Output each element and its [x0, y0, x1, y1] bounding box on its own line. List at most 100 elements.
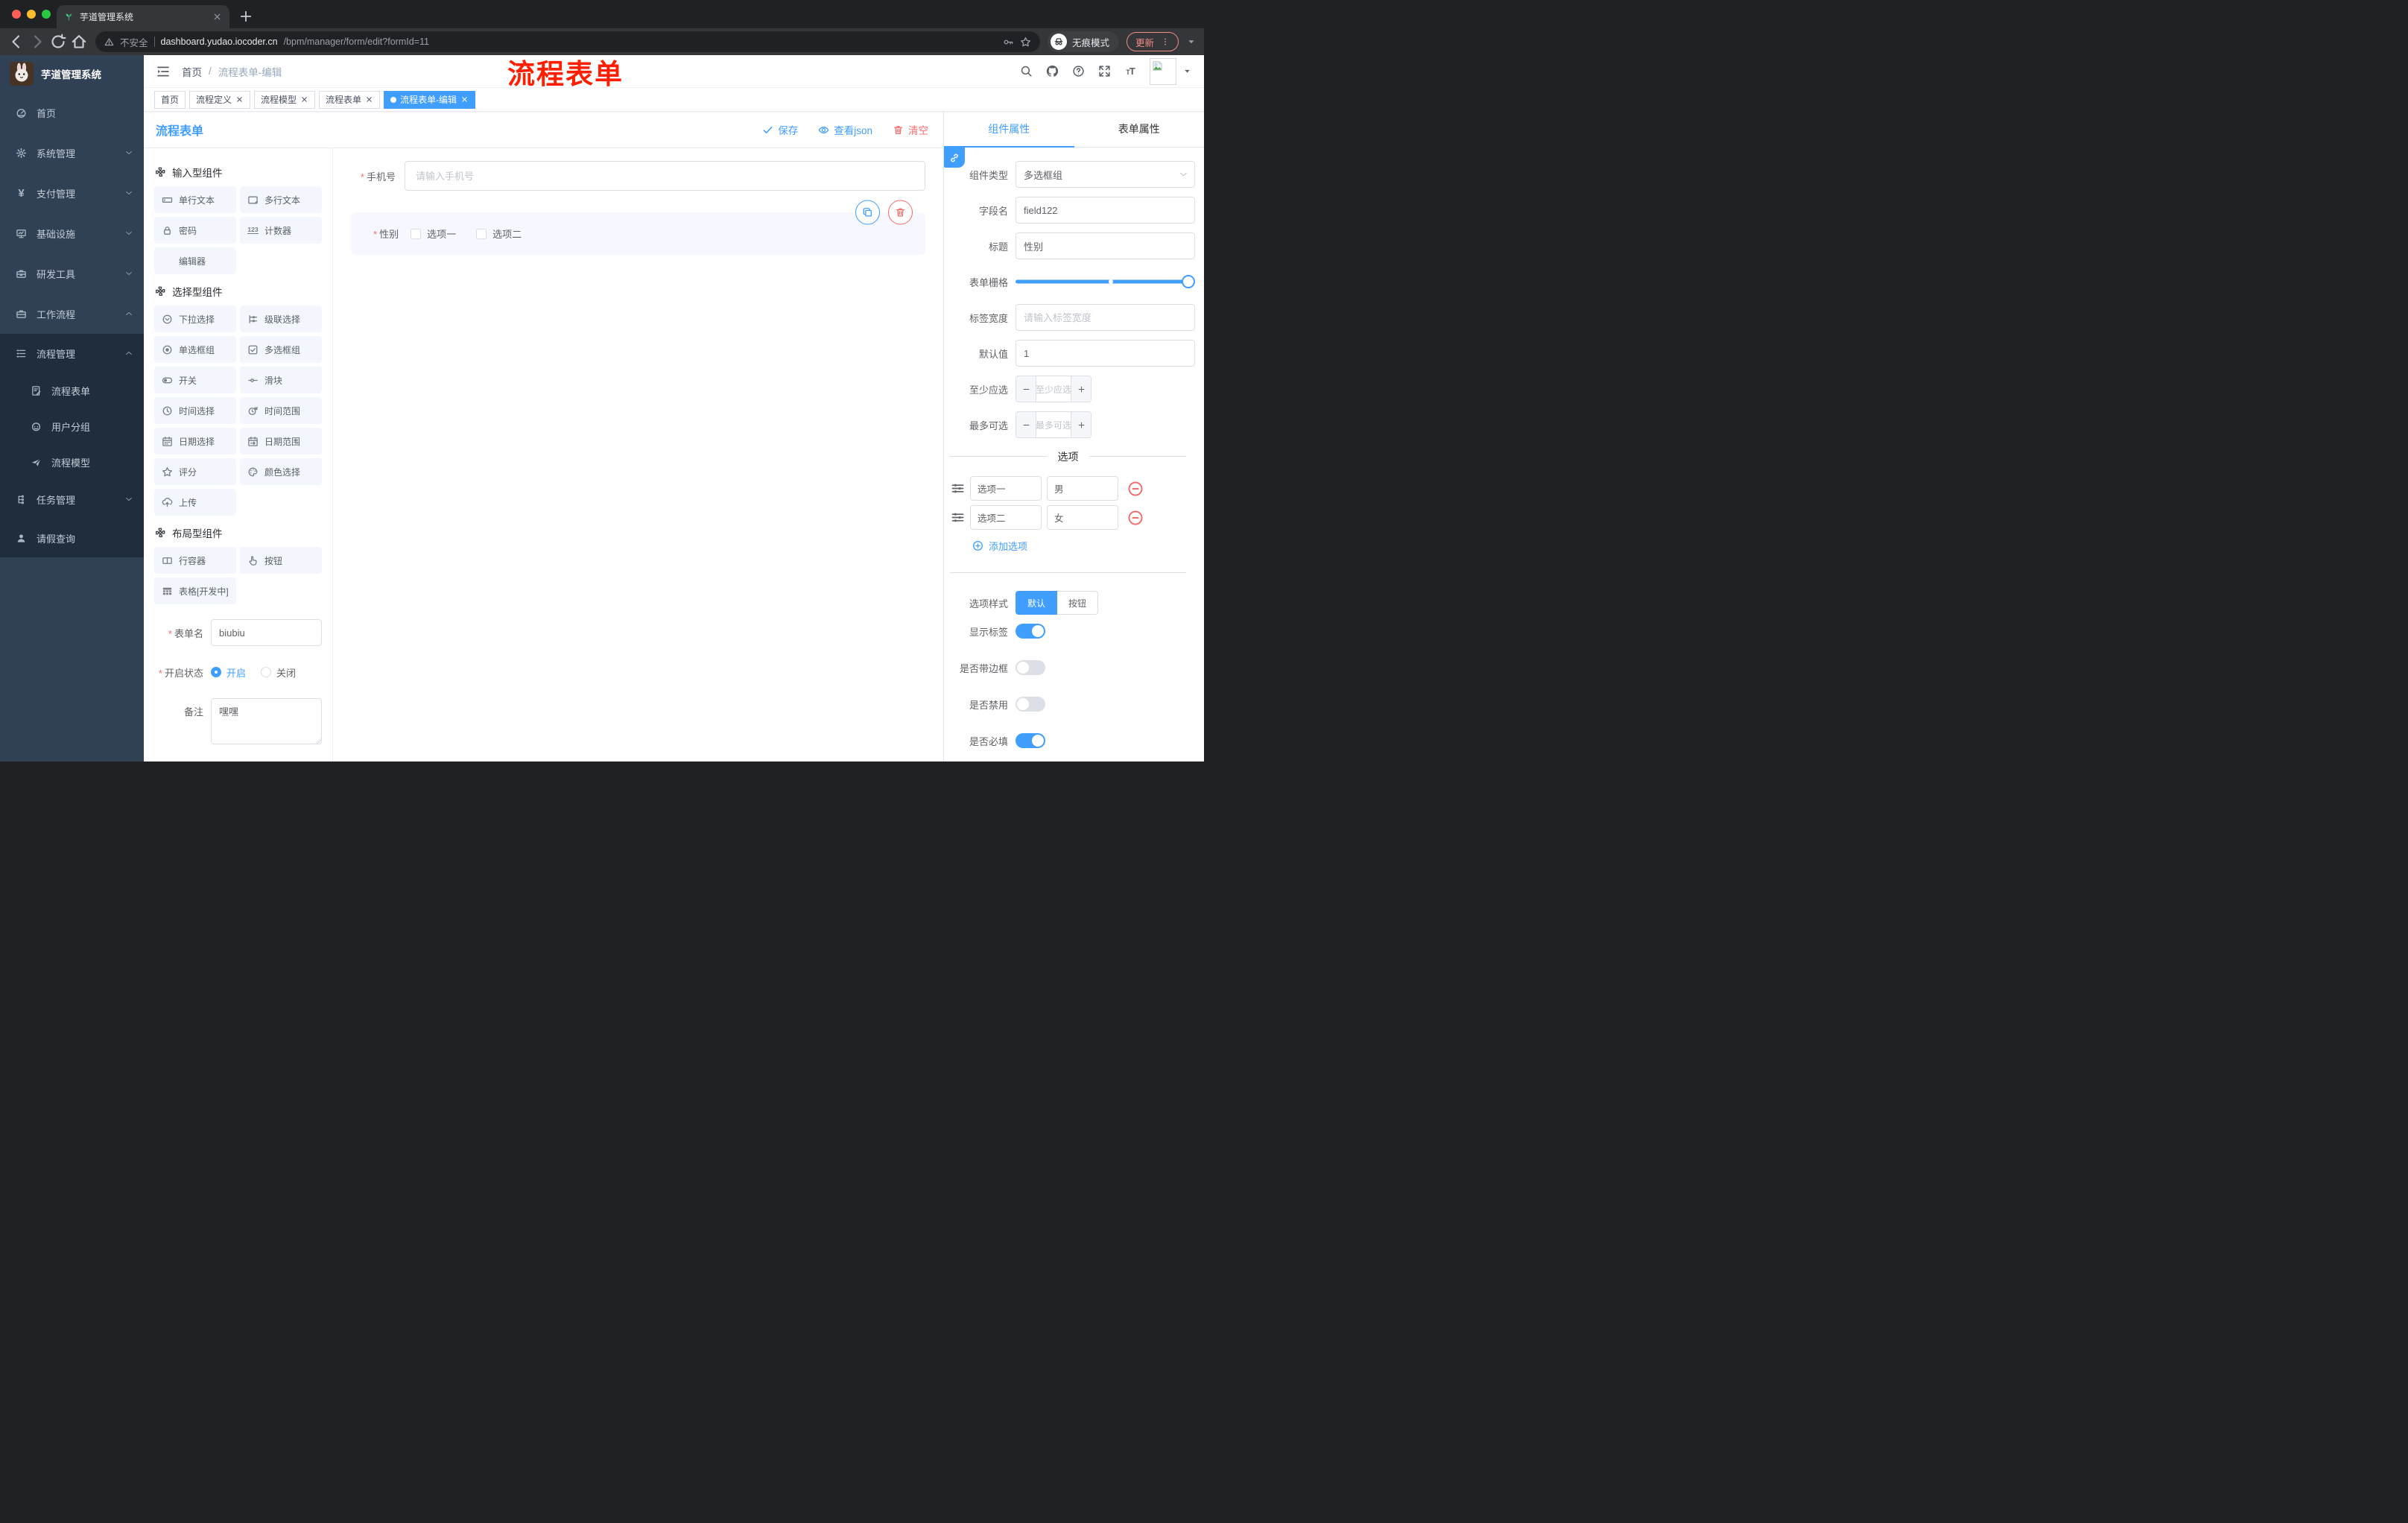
stepper-decrease-button[interactable] — [1016, 412, 1036, 437]
search-button[interactable] — [1018, 63, 1034, 80]
phone-field-row[interactable]: 手机号 — [351, 161, 925, 191]
form-canvas[interactable]: 手机号 性别 选项一 选项二 — [333, 148, 943, 762]
breadcrumb-home[interactable]: 首页 — [182, 64, 202, 79]
toggle-disabled[interactable] — [1016, 697, 1045, 712]
form-name-input[interactable] — [211, 619, 322, 646]
form-remark-textarea[interactable]: 嘿嘿 — [211, 698, 322, 744]
palette-item-table[interactable]: 表格[开发中] — [154, 577, 236, 604]
kebab-menu-icon[interactable] — [1161, 37, 1170, 46]
palette-item-time-range[interactable]: 时间范围 — [240, 397, 322, 424]
palette-item-time-picker[interactable]: 时间选择 — [154, 397, 236, 424]
phone-input[interactable] — [405, 161, 925, 191]
key-icon[interactable] — [1003, 37, 1014, 48]
palette-item-color-picker[interactable]: 颜色选择 — [240, 458, 322, 485]
help-button[interactable] — [1070, 63, 1086, 80]
sidebar-item-infra[interactable]: 基础设施 — [0, 213, 144, 253]
form-grid-slider[interactable] — [1016, 268, 1195, 295]
collapse-sidebar-icon[interactable] — [156, 64, 171, 79]
tag-process-def[interactable]: 流程定义 — [189, 90, 251, 109]
palette-item-counter[interactable]: 123 计数器 — [240, 217, 322, 244]
zoom-window-button[interactable] — [42, 10, 51, 19]
tag-process-form-edit[interactable]: 流程表单-编辑 — [384, 90, 476, 109]
toggle-with-border[interactable] — [1016, 660, 1045, 675]
palette-item-radio-group[interactable]: 单选框组 — [154, 336, 236, 363]
palette-item-button[interactable]: 按钮 — [240, 547, 322, 574]
app-logo-row[interactable]: 芋道管理系统 — [0, 55, 144, 92]
palette-item-slider[interactable]: 滑块 — [240, 367, 322, 393]
tag-home[interactable]: 首页 — [154, 90, 186, 109]
toggle-required[interactable] — [1016, 733, 1045, 748]
default-value-input[interactable] — [1016, 340, 1195, 367]
close-window-button[interactable] — [12, 10, 21, 19]
sidebar-item-leave-query[interactable]: 请假查询 — [0, 519, 144, 557]
slider-handle[interactable] — [1182, 275, 1195, 288]
toggle-show-label[interactable] — [1016, 624, 1045, 639]
option-style-button-button[interactable]: 按钮 — [1057, 591, 1099, 615]
gender-checkbox-opt1[interactable]: 选项一 — [411, 227, 456, 241]
tag-process-form[interactable]: 流程表单 — [319, 90, 381, 109]
label-width-input[interactable] — [1016, 304, 1195, 331]
palette-item-dropdown[interactable]: 下拉选择 — [154, 305, 236, 332]
option-style-default-button[interactable]: 默认 — [1016, 591, 1058, 615]
add-option-button[interactable]: 添加选项 — [972, 539, 1195, 553]
close-tag-icon[interactable] — [235, 95, 244, 104]
close-tag-icon[interactable] — [300, 95, 308, 104]
sidebar-item-process-form[interactable]: 流程表单 — [0, 373, 144, 408]
palette-item-upload[interactable]: 上传 — [154, 489, 236, 516]
new-tab-button[interactable] — [238, 9, 253, 24]
sidebar-item-process-mgmt[interactable]: 流程管理 — [0, 334, 144, 373]
option-label-input[interactable] — [970, 476, 1042, 501]
palette-item-multi-text[interactable]: 多行文本 — [240, 186, 322, 213]
palette-item-switch[interactable]: 开关 — [154, 367, 236, 393]
palette-item-date-range[interactable]: 日期范围 — [240, 428, 322, 455]
component-type-select[interactable] — [1016, 161, 1195, 188]
chevron-down-icon[interactable] — [1186, 36, 1197, 48]
field-name-input[interactable] — [1016, 197, 1195, 224]
drag-handle-icon[interactable] — [951, 510, 965, 525]
remove-option-button[interactable] — [1127, 510, 1144, 526]
palette-item-rate[interactable]: 评分 — [154, 458, 236, 485]
font-size-button[interactable]: TT — [1122, 63, 1138, 80]
close-tab-icon[interactable] — [212, 12, 222, 22]
palette-item-cascader[interactable]: 级联选择 — [240, 305, 322, 332]
palette-item-editor[interactable]: 编辑器 — [154, 247, 236, 274]
minimize-window-button[interactable] — [27, 10, 36, 19]
gender-widget-selected[interactable]: 性别 选项一 选项二 — [351, 200, 925, 255]
sidebar-item-home[interactable]: 首页 — [0, 92, 144, 133]
min-select-placeholder[interactable]: 至少应选 — [1036, 376, 1071, 402]
github-button[interactable] — [1044, 63, 1060, 80]
reload-button[interactable] — [49, 33, 67, 51]
forward-button[interactable] — [28, 33, 46, 51]
link-tag-button[interactable] — [944, 148, 965, 168]
sidebar-item-pay[interactable]: ¥ 支付管理 — [0, 173, 144, 213]
bookmark-star-icon[interactable] — [1020, 37, 1031, 48]
copy-widget-button[interactable] — [855, 200, 880, 225]
stepper-decrease-button[interactable] — [1016, 376, 1036, 402]
delete-widget-button[interactable] — [888, 200, 913, 225]
status-radio-on[interactable]: 开启 — [211, 665, 246, 680]
component-type-value[interactable] — [1016, 161, 1195, 188]
gender-checkbox-opt2[interactable]: 选项二 — [476, 227, 522, 241]
stepper-increase-button[interactable] — [1071, 412, 1091, 437]
browser-update-button[interactable]: 更新 — [1126, 32, 1179, 51]
tab-form-properties[interactable]: 表单属性 — [1074, 112, 1205, 147]
clear-button[interactable]: 清空 — [893, 122, 928, 137]
fullscreen-button[interactable] — [1096, 63, 1112, 80]
palette-item-password[interactable]: 密码 — [154, 217, 236, 244]
title-input[interactable] — [1016, 232, 1195, 259]
palette-item-date-picker[interactable]: 日期选择 — [154, 428, 236, 455]
save-button[interactable]: 保存 — [762, 122, 798, 137]
home-button[interactable] — [70, 33, 88, 51]
tag-process-model[interactable]: 流程模型 — [254, 90, 316, 109]
palette-item-single-text[interactable]: 单行文本 — [154, 186, 236, 213]
sidebar-item-devtools[interactable]: 研发工具 — [0, 253, 144, 294]
tab-component-properties[interactable]: 组件属性 — [944, 112, 1074, 147]
back-button[interactable] — [7, 33, 25, 51]
remove-option-button[interactable] — [1127, 481, 1144, 497]
max-select-placeholder[interactable]: 最多可选 — [1036, 412, 1071, 437]
sidebar-item-user-group[interactable]: 用户分组 — [0, 408, 144, 444]
option-value-input[interactable] — [1047, 476, 1118, 501]
avatar[interactable] — [1150, 57, 1176, 85]
browser-tab[interactable]: 芋道管理系统 — [57, 5, 229, 28]
sidebar-item-process-model[interactable]: 流程模型 — [0, 444, 144, 480]
